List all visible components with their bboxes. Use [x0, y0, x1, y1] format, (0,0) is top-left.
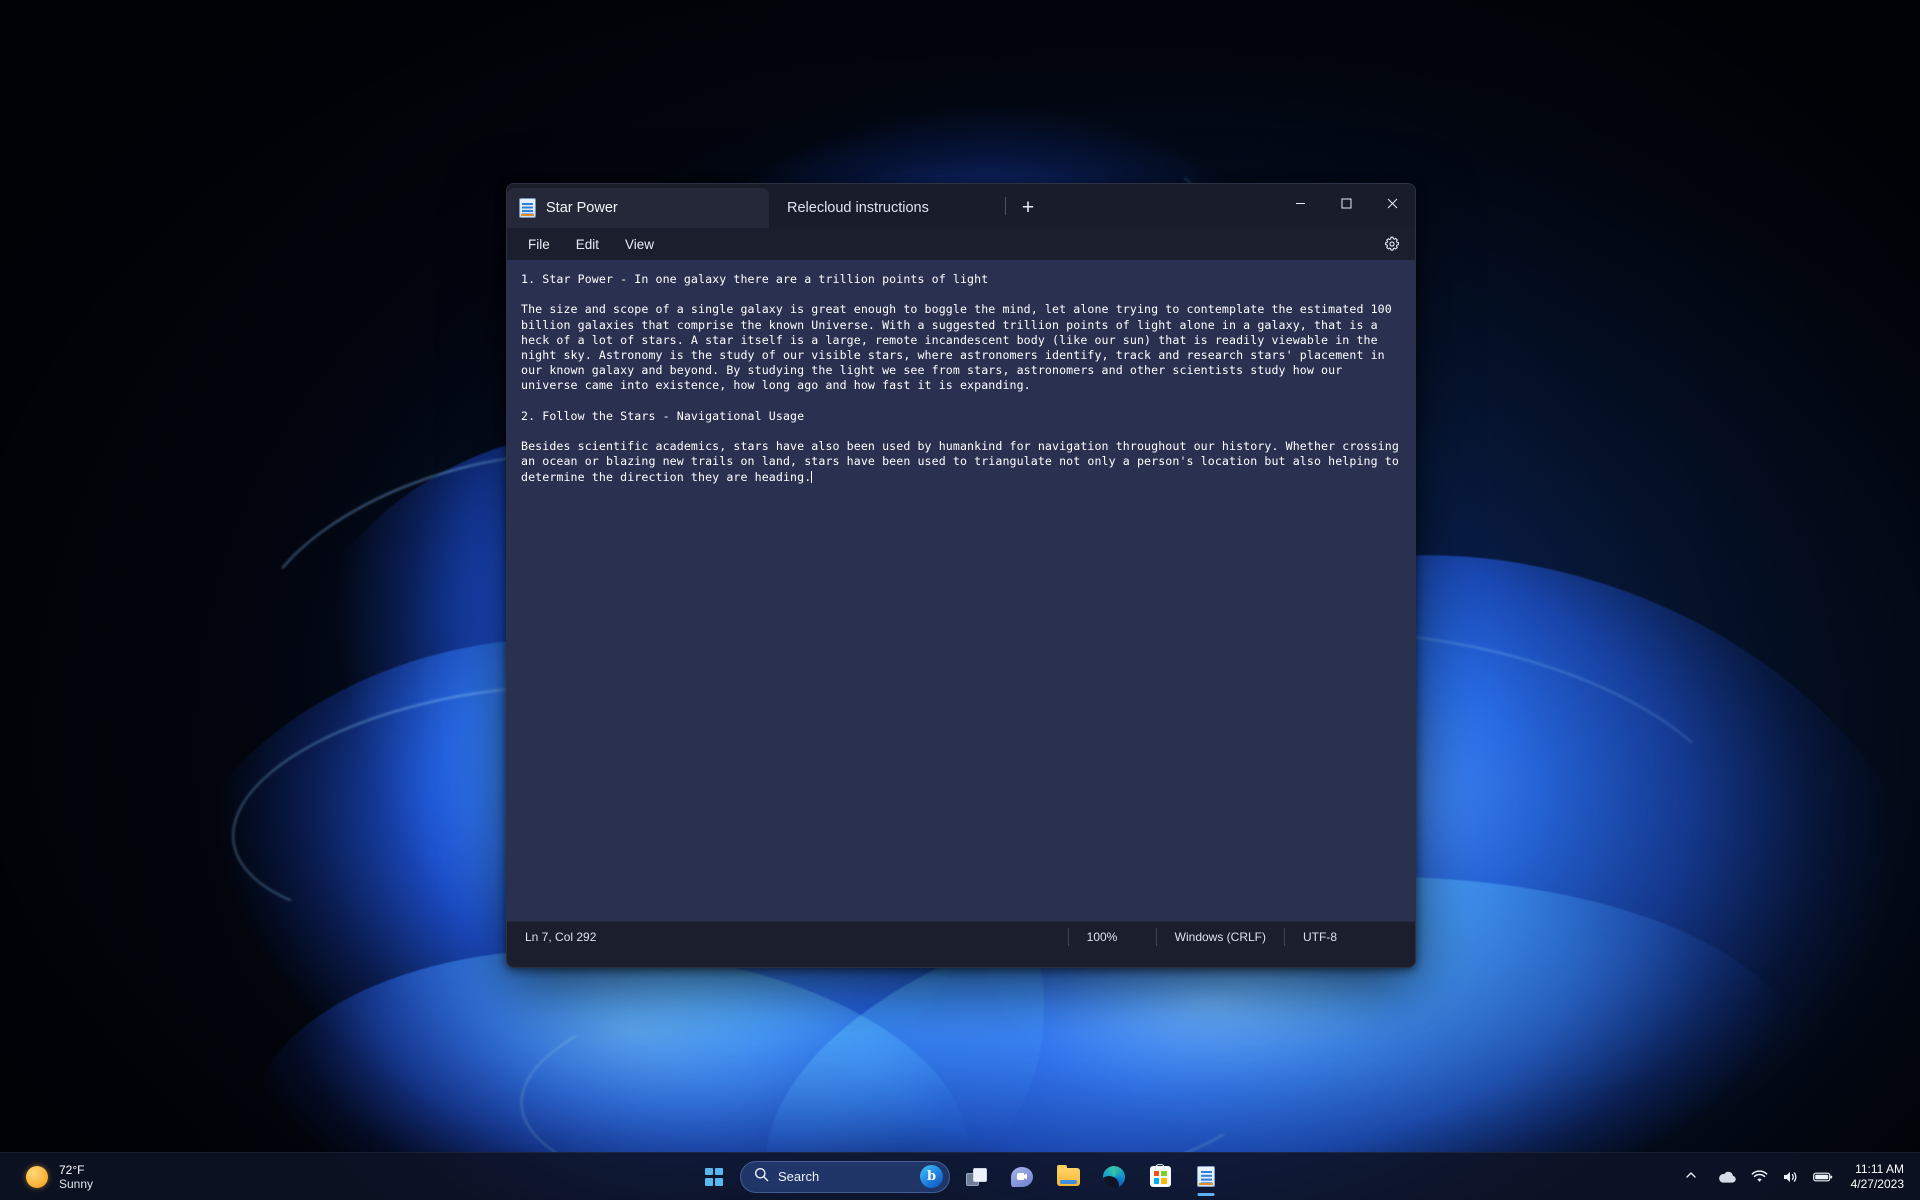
bing-icon[interactable]: b — [920, 1165, 943, 1188]
search-input[interactable]: Search b — [740, 1160, 950, 1193]
new-tab-button[interactable]: + — [1010, 191, 1046, 225]
clock-widget[interactable]: 11:11 AM 4/27/2023 — [1843, 1159, 1920, 1195]
taskbar: 72°F Sunny Search b 11:11 AM 4/27/2023 — [0, 1152, 1920, 1200]
speaker-icon — [1782, 1170, 1799, 1184]
close-button[interactable] — [1369, 184, 1415, 222]
maximize-button[interactable] — [1323, 184, 1369, 222]
sun-icon — [26, 1165, 48, 1188]
menu-view[interactable]: View — [612, 233, 667, 256]
chevron-up-icon[interactable] — [1674, 1160, 1708, 1194]
window-controls — [1277, 184, 1415, 222]
windows-logo-icon — [705, 1167, 723, 1186]
clock-date: 4/27/2023 — [1850, 1176, 1904, 1191]
notepad-icon — [1197, 1166, 1215, 1187]
notepad-window: Star Power Relecloud instructions + File… — [506, 183, 1416, 968]
tab-label: Star Power — [546, 200, 618, 216]
tab-star-power[interactable]: Star Power — [507, 188, 769, 228]
taskbar-app-file-explorer[interactable] — [1048, 1157, 1088, 1197]
menu-file[interactable]: File — [515, 233, 563, 256]
taskbar-app-task-view[interactable] — [956, 1157, 996, 1197]
document-text[interactable]: 1. Star Power - In one galaxy there are … — [521, 272, 1401, 485]
desktop: Star Power Relecloud instructions + File… — [0, 0, 1920, 1200]
text-editor-area[interactable]: 1. Star Power - In one galaxy there are … — [507, 260, 1415, 921]
tab-label: Relecloud instructions — [787, 200, 929, 216]
document-body: 1. Star Power - In one galaxy there are … — [521, 272, 1399, 484]
edge-icon — [1103, 1165, 1125, 1188]
weather-widget[interactable]: 72°F Sunny — [14, 1160, 105, 1194]
search-placeholder: Search — [778, 1169, 820, 1184]
status-bar: Ln 7, Col 292 100% Windows (CRLF) UTF-8 — [507, 921, 1415, 951]
taskbar-app-notepad[interactable] — [1186, 1157, 1226, 1197]
weather-temperature: 72°F — [59, 1162, 85, 1177]
search-icon — [754, 1167, 769, 1187]
task-view-icon — [965, 1167, 987, 1186]
battery-icon — [1812, 1171, 1833, 1183]
taskbar-center-cluster: Search b — [694, 1157, 1226, 1197]
tab-separator — [1005, 197, 1006, 215]
taskbar-app-edge[interactable] — [1094, 1157, 1134, 1197]
menu-edit[interactable]: Edit — [563, 233, 612, 256]
status-encoding[interactable]: UTF-8 — [1284, 927, 1355, 946]
tab-relecloud-instructions[interactable]: Relecloud instructions — [769, 188, 999, 228]
weather-text: 72°F Sunny — [59, 1163, 93, 1191]
wifi-icon — [1751, 1169, 1768, 1184]
taskbar-app-chat[interactable] — [1002, 1157, 1042, 1197]
folder-icon — [1056, 1164, 1080, 1186]
status-zoom-level[interactable]: 100% — [1067, 927, 1156, 946]
system-tray: 11:11 AM 4/27/2023 — [1674, 1153, 1920, 1200]
start-button[interactable] — [694, 1157, 734, 1197]
status-line-endings[interactable]: Windows (CRLF) — [1155, 927, 1284, 946]
gear-icon[interactable] — [1379, 232, 1405, 256]
store-icon — [1149, 1163, 1171, 1187]
text-cursor — [811, 470, 813, 483]
taskbar-app-microsoft-store[interactable] — [1140, 1157, 1180, 1197]
notepad-icon — [519, 198, 536, 218]
clock-time: 11:11 AM — [1855, 1161, 1904, 1176]
tray-status-icons[interactable] — [1708, 1164, 1843, 1190]
tab-strip: Star Power Relecloud instructions + — [507, 184, 1415, 228]
onedrive-cloud-icon — [1718, 1170, 1737, 1184]
chat-icon — [1011, 1166, 1033, 1187]
minimize-button[interactable] — [1277, 184, 1323, 222]
weather-condition: Sunny — [59, 1176, 94, 1191]
status-cursor-position: Ln 7, Col 292 — [525, 929, 597, 944]
menu-bar: File Edit View — [507, 228, 1415, 260]
